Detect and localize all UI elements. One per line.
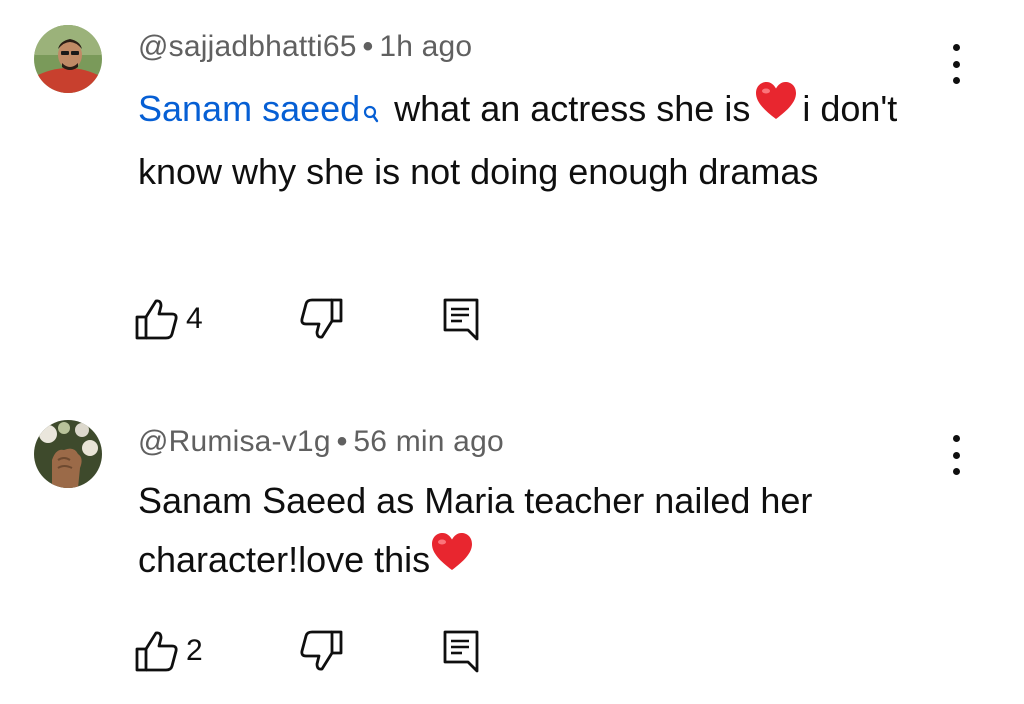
comment-text: Sanam Saeed as Maria teacher nailed her …: [138, 471, 928, 589]
comment-meta: @Rumisa-v1g • 56 min ago: [138, 425, 504, 459]
like-button[interactable]: 2: [134, 628, 203, 674]
thumb-up-icon: [134, 297, 180, 341]
comment-actions: 4: [134, 296, 534, 342]
dislike-button[interactable]: [298, 628, 344, 674]
comment-time: 1h ago: [379, 30, 473, 63]
red-heart-emoji: [754, 79, 798, 138]
avatar[interactable]: [34, 420, 102, 488]
avatar[interactable]: [34, 25, 102, 93]
reply-button[interactable]: [442, 296, 480, 342]
thumb-up-icon: [134, 629, 180, 673]
reply-button[interactable]: [442, 628, 480, 674]
red-heart-emoji: [430, 530, 474, 589]
meta-separator: •: [336, 425, 348, 458]
reply-comment-icon: [442, 629, 480, 673]
like-count: 4: [186, 302, 203, 335]
thumb-down-icon: [298, 629, 344, 673]
thumb-down-icon: [298, 297, 344, 341]
meta-separator: •: [362, 30, 374, 63]
dislike-button[interactable]: [298, 296, 344, 342]
comment-time: 56 min ago: [353, 425, 504, 458]
like-button[interactable]: 4: [134, 296, 203, 342]
mention-link[interactable]: Sanam saeed: [138, 88, 360, 129]
comment-actions: 2: [134, 628, 534, 674]
comment-author[interactable]: @sajjadbhatti65: [138, 30, 357, 63]
comment-author[interactable]: @Rumisa-v1g: [138, 425, 331, 458]
reply-comment-icon: [442, 297, 480, 341]
comment-text-main: Sanam Saeed as Maria teacher nailed her …: [138, 480, 813, 580]
comment-meta: @sajjadbhatti65 • 1h ago: [138, 30, 472, 64]
more-vertical-icon[interactable]: [938, 42, 974, 86]
more-vertical-icon[interactable]: [938, 433, 974, 477]
search-icon[interactable]: [362, 83, 380, 142]
comment-text: Sanam saeed what an actress she is i don't…: [138, 79, 928, 201]
comment-text-main: what an actress she is: [394, 88, 751, 129]
like-count: 2: [186, 634, 203, 667]
